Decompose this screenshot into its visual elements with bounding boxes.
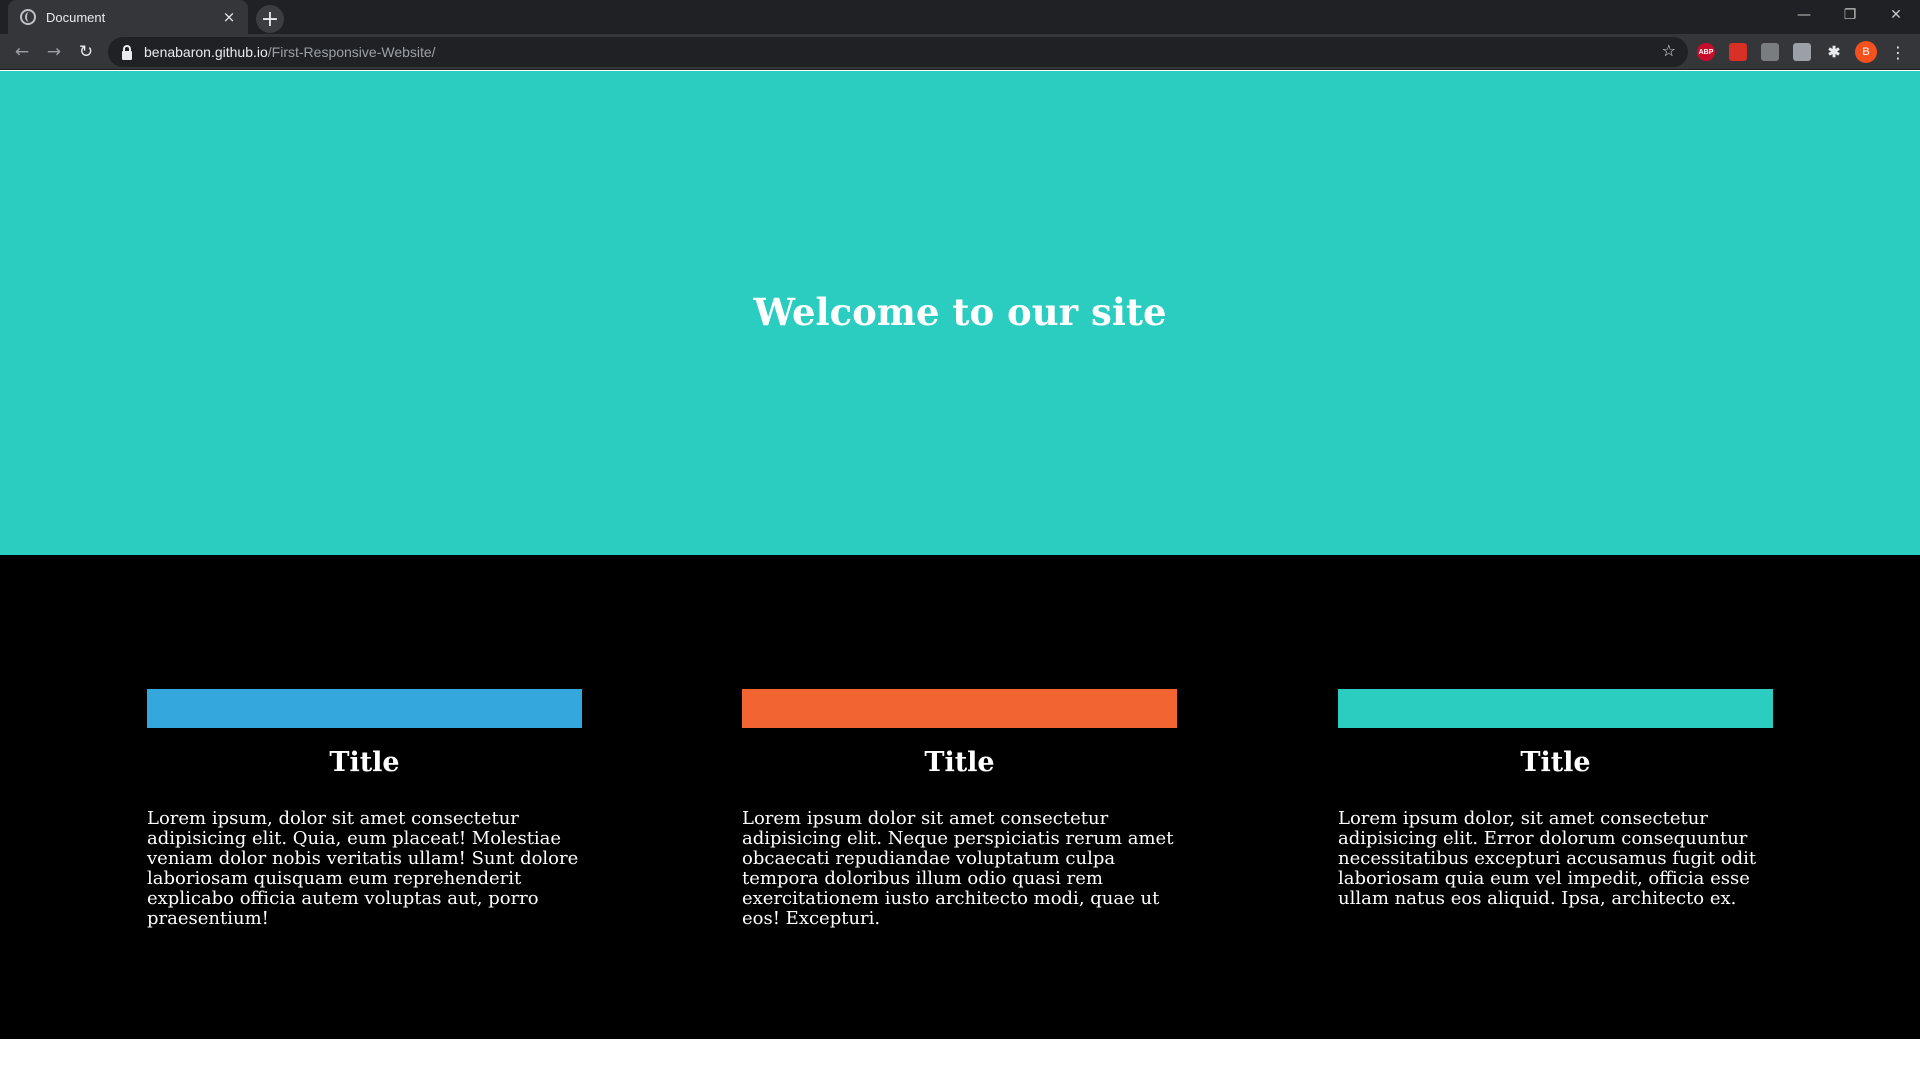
bookmark-star-icon[interactable]: ☆: [1662, 41, 1676, 60]
restore-button[interactable]: ❐: [1827, 0, 1873, 30]
page-viewport: Welcome to our site Title Lorem ipsum, d…: [0, 71, 1920, 1080]
card-accent-bar: [147, 689, 582, 728]
card-title: Title: [1520, 747, 1591, 778]
extension-red-icon[interactable]: [1729, 43, 1747, 61]
back-button[interactable]: ←: [8, 38, 36, 66]
card-title: Title: [329, 747, 400, 778]
address-bar[interactable]: benabaron.github.io/First-Responsive-Web…: [108, 37, 1688, 67]
browser-toolbar: ← → ↻ benabaron.github.io/First-Responsi…: [0, 34, 1920, 70]
abp-icon[interactable]: ABP: [1697, 43, 1715, 61]
feature-card: Title Lorem ipsum dolor sit amet consect…: [742, 689, 1177, 929]
puzzle-icon[interactable]: ✱: [1825, 43, 1843, 61]
avatar[interactable]: B: [1855, 41, 1877, 63]
close-tab-icon[interactable]: ×: [220, 8, 238, 26]
card-accent-bar: [1338, 689, 1773, 728]
tab-strip: Document × + — ❐ ✕: [0, 0, 1920, 34]
hero-section: Welcome to our site: [0, 71, 1920, 555]
reload-button[interactable]: ↻: [72, 38, 100, 66]
lock-icon[interactable]: [122, 44, 132, 60]
minimize-button[interactable]: —: [1781, 0, 1827, 30]
hero-heading: Welcome to our site: [753, 290, 1167, 334]
forward-button[interactable]: →: [40, 38, 68, 66]
feature-card: Title Lorem ipsum, dolor sit amet consec…: [147, 689, 582, 929]
card-body: Lorem ipsum dolor, sit amet consectetur …: [1338, 808, 1757, 909]
feature-card: Title Lorem ipsum dolor, sit amet consec…: [1338, 689, 1773, 909]
card-body: Lorem ipsum, dolor sit amet consectetur …: [147, 808, 579, 929]
extension-grey-icon[interactable]: [1761, 43, 1779, 61]
card-accent-bar: [742, 689, 1177, 728]
url-text[interactable]: benabaron.github.io/First-Responsive-Web…: [144, 44, 436, 60]
card-title: Title: [924, 747, 995, 778]
close-window-button[interactable]: ✕: [1873, 0, 1919, 30]
tab-title: Document: [46, 9, 106, 25]
menu-icon[interactable]: ⋮: [1890, 42, 1906, 62]
globe-icon: [20, 9, 36, 25]
url-host: benabaron.github.io: [144, 44, 268, 60]
card-body: Lorem ipsum dolor sit amet consectetur a…: [742, 808, 1174, 929]
url-path: /First-Responsive-Website/: [267, 44, 436, 60]
extension-text-icon[interactable]: [1793, 43, 1811, 61]
browser-tab[interactable]: Document ×: [8, 0, 248, 34]
features-section: Title Lorem ipsum, dolor sit amet consec…: [0, 555, 1920, 1039]
new-tab-button[interactable]: +: [256, 5, 284, 33]
